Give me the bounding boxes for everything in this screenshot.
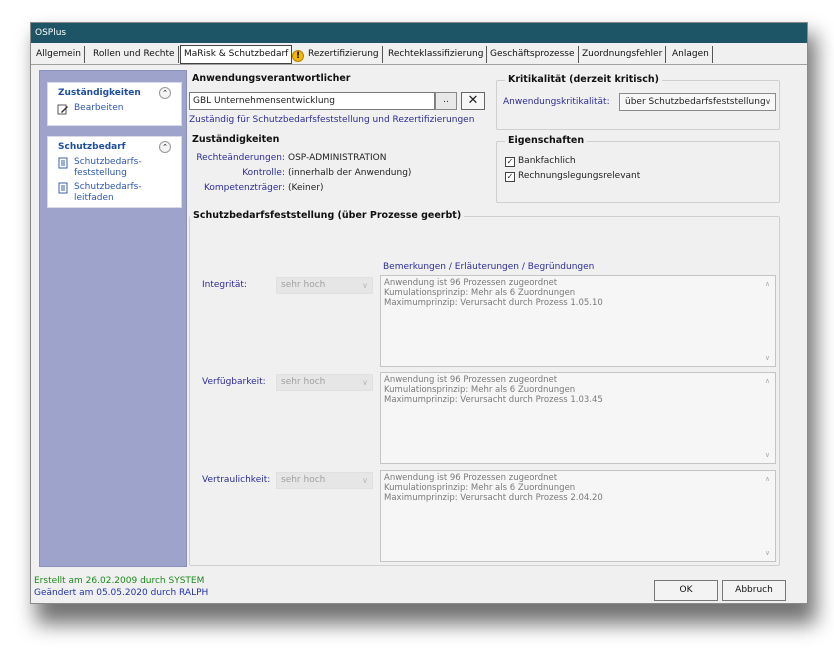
tab-rechteklassifizierung[interactable]: Rechteklassifizierung bbox=[385, 46, 488, 63]
rechnungslegung-checkbox[interactable]: ✓ bbox=[505, 172, 515, 182]
ok-button[interactable]: OK bbox=[654, 580, 718, 601]
group-zustaendigkeiten: Zuständigkeiten Rechteänderungen: OSP-AD… bbox=[189, 134, 489, 201]
zustaendig-link[interactable]: Zuständig für Schutzbedarfsfeststellung … bbox=[189, 115, 474, 125]
dialog-window: OSPlus Allgemein Rollen und Rechte MaRis… bbox=[30, 22, 808, 604]
verantwortlicher-field[interactable]: GBL Unternehmensentwicklung bbox=[189, 92, 435, 110]
edit-icon bbox=[57, 104, 68, 115]
rechteaenderungen-label: Rechteänderungen: bbox=[196, 153, 285, 163]
verfuegbarkeit-select[interactable]: sehr hoch ∨ bbox=[276, 374, 373, 391]
chevron-down-icon: ∨ bbox=[765, 97, 771, 106]
kontrolle-label: Kontrolle: bbox=[242, 168, 285, 178]
kompetenztraeger-value: (Keiner) bbox=[288, 183, 324, 193]
tab-bar: Allgemein Rollen und Rechte MaRisk & Sch… bbox=[31, 43, 807, 65]
bankfachlich-label: Bankfachlich bbox=[518, 156, 576, 166]
changed-info: Geändert am 05.05.2020 durch RALPH bbox=[34, 588, 209, 598]
scroll-up-icon[interactable]: ∧ bbox=[765, 474, 770, 484]
rechteaenderungen-value: OSP-ADMINISTRATION bbox=[288, 153, 387, 163]
tab-geschaeftsprozesse[interactable]: Geschäftsprozesse bbox=[487, 46, 579, 63]
vertraulichkeit-remarks[interactable]: Anwendung ist 96 Prozessen zugeordnet Ku… bbox=[380, 470, 776, 562]
sidebar-item-bearbeiten[interactable]: Bearbeiten bbox=[48, 103, 181, 115]
group-title: Kritikalität (derzeit kritisch) bbox=[505, 74, 662, 85]
group-kritikalitaet: Kritikalität (derzeit kritisch) Anwendun… bbox=[496, 74, 780, 130]
scroll-down-icon[interactable]: ∨ bbox=[765, 353, 770, 363]
tab-zuordnungsfehler[interactable]: Zuordnungsfehler bbox=[579, 46, 667, 63]
collapse-icon[interactable]: ⌃ bbox=[159, 141, 171, 153]
sidebar-panel-title: Zuständigkeiten bbox=[58, 88, 141, 98]
tab-rezertifizierung[interactable]: ! Rezertifizierung bbox=[289, 46, 383, 63]
group-title: Zuständigkeiten bbox=[189, 134, 283, 145]
remarks-header: Bemerkungen / Erläuterungen / Begründung… bbox=[383, 262, 595, 272]
scroll-up-icon[interactable]: ∧ bbox=[765, 279, 770, 289]
sidebar: Zuständigkeiten ⌃ Bearbeiten Schutzbedar… bbox=[39, 70, 187, 567]
group-title: Schutzbedarfsfeststellung (über Prozesse… bbox=[190, 210, 465, 221]
created-info: Erstellt am 26.02.2009 durch SYSTEM bbox=[34, 576, 205, 586]
group-eigenschaften: Eigenschaften ✓ Bankfachlich ✓ Rechnungs… bbox=[496, 135, 780, 203]
scroll-up-icon[interactable]: ∧ bbox=[765, 376, 770, 386]
sidebar-panel-title: Schutzbedarf bbox=[58, 142, 126, 152]
integritaet-label: Integrität: bbox=[202, 280, 247, 290]
sidebar-item-schutzbedarfsfeststellung[interactable]: Schutzbedarfs- feststellung bbox=[48, 157, 148, 179]
document-icon bbox=[58, 157, 68, 169]
bankfachlich-checkbox[interactable]: ✓ bbox=[505, 157, 515, 167]
tab-rollen-und-rechte[interactable]: Rollen und Rechte bbox=[90, 46, 179, 63]
integritaet-remarks[interactable]: Anwendung ist 96 Prozessen zugeordnet Ku… bbox=[380, 275, 776, 367]
warning-icon: ! bbox=[292, 50, 304, 62]
sidebar-item-schutzbedarfsleitfaden[interactable]: Schutzbedarfs- leitfaden bbox=[48, 182, 148, 204]
chevron-down-icon: ∨ bbox=[362, 281, 368, 290]
chevron-down-icon: ∨ bbox=[362, 476, 368, 485]
integritaet-select[interactable]: sehr hoch ∨ bbox=[276, 277, 373, 294]
chevron-down-icon: ∨ bbox=[362, 378, 368, 387]
scroll-down-icon[interactable]: ∨ bbox=[765, 548, 770, 558]
kontrolle-value: (innerhalb der Anwendung) bbox=[288, 168, 412, 178]
tab-allgemein[interactable]: Allgemein bbox=[33, 46, 85, 63]
document-icon bbox=[58, 182, 68, 194]
verfuegbarkeit-remarks[interactable]: Anwendung ist 96 Prozessen zugeordnet Ku… bbox=[380, 372, 776, 464]
group-title: Anwendungsverantwortlicher bbox=[189, 73, 354, 84]
kritikalitaet-select[interactable]: über Schutzbedarfsfeststellung ∨ bbox=[619, 93, 776, 111]
window-title: OSPlus bbox=[31, 23, 807, 43]
vertraulichkeit-label: Vertraulichkeit: bbox=[202, 475, 271, 485]
tab-anlagen[interactable]: Anlagen bbox=[669, 46, 713, 63]
tab-marisk-schutzbedarf[interactable]: MaRisk & Schutzbedarf bbox=[180, 45, 293, 64]
kompetenztraeger-label: Kompetenzträger: bbox=[203, 183, 285, 193]
cancel-button[interactable]: Abbruch bbox=[722, 580, 786, 601]
collapse-icon[interactable]: ⌃ bbox=[159, 87, 171, 99]
sidebar-panel-schutzbedarf: Schutzbedarf ⌃ Schutzbedarfs- feststellu… bbox=[47, 136, 182, 208]
scroll-down-icon[interactable]: ∨ bbox=[765, 450, 770, 460]
vertraulichkeit-select[interactable]: sehr hoch ∨ bbox=[276, 472, 373, 489]
verfuegbarkeit-label: Verfügbarkeit: bbox=[202, 377, 266, 387]
group-anwendungsverantwortlicher: Anwendungsverantwortlicher GBL Unternehm… bbox=[189, 73, 489, 130]
browse-button[interactable]: .. bbox=[435, 92, 457, 110]
group-schutzbedarfsfeststellung: Schutzbedarfsfeststellung (über Prozesse… bbox=[189, 210, 780, 566]
main-content: Anwendungsverantwortlicher GBL Unternehm… bbox=[189, 70, 803, 567]
sidebar-panel-zustaendigkeiten: Zuständigkeiten ⌃ Bearbeiten bbox=[47, 82, 182, 126]
rechnungslegung-label: Rechnungslegungsrelevant bbox=[518, 171, 641, 181]
clear-icon[interactable]: ✕ bbox=[461, 92, 485, 110]
group-title: Eigenschaften bbox=[505, 135, 588, 146]
kritikalitaet-label: Anwendungskritikalität: bbox=[503, 97, 610, 107]
